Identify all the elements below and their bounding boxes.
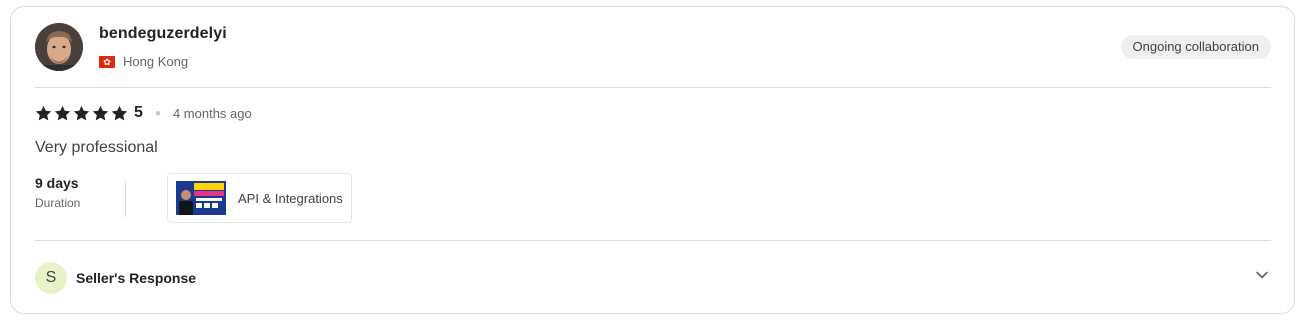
- seller-response-label: Seller's Response: [76, 270, 197, 286]
- duration-label: Duration: [35, 196, 81, 210]
- review-time: 4 months ago: [172, 105, 252, 121]
- star-icon: [111, 105, 128, 120]
- reviewer-country: ✿ Hong Kong: [99, 54, 188, 69]
- reviewer-username[interactable]: bendeguzerdelyi: [99, 25, 227, 43]
- star-icon: [73, 105, 90, 120]
- rating-value: 5: [134, 104, 143, 121]
- gig-link[interactable]: API & Integrations: [167, 173, 352, 223]
- star-icon: [54, 105, 71, 120]
- separator-dot: ●: [154, 107, 161, 119]
- header-divider: [35, 87, 1271, 88]
- duration-value: 9 days: [35, 175, 79, 191]
- star-icon: [35, 105, 52, 120]
- response-divider: [35, 240, 1271, 241]
- country-name: Hong Kong: [123, 54, 189, 69]
- rating-row: 5 ● 4 months ago: [35, 103, 252, 123]
- review-card: bendeguzerdelyi ✿ Hong Kong Ongoing coll…: [10, 6, 1295, 314]
- avatar-image: [35, 23, 83, 71]
- gig-thumbnail-image: [176, 181, 226, 215]
- star-rating: [35, 105, 128, 122]
- hong-kong-flag-icon: ✿: [99, 55, 115, 68]
- review-text: Very professional: [35, 139, 158, 156]
- seller-response-toggle[interactable]: S Seller's Response: [35, 262, 196, 294]
- reviewer-avatar[interactable]: [35, 23, 83, 71]
- vertical-divider: [125, 181, 126, 217]
- star-icon: [92, 105, 109, 120]
- collaboration-badge: Ongoing collaboration: [1120, 35, 1271, 59]
- chevron-down-icon[interactable]: [1254, 267, 1270, 283]
- gig-thumbnail: [176, 181, 226, 215]
- seller-avatar: S: [35, 262, 67, 294]
- duration-block: 9 days Duration: [35, 175, 80, 210]
- gig-category-label: API & Integrations: [238, 190, 343, 206]
